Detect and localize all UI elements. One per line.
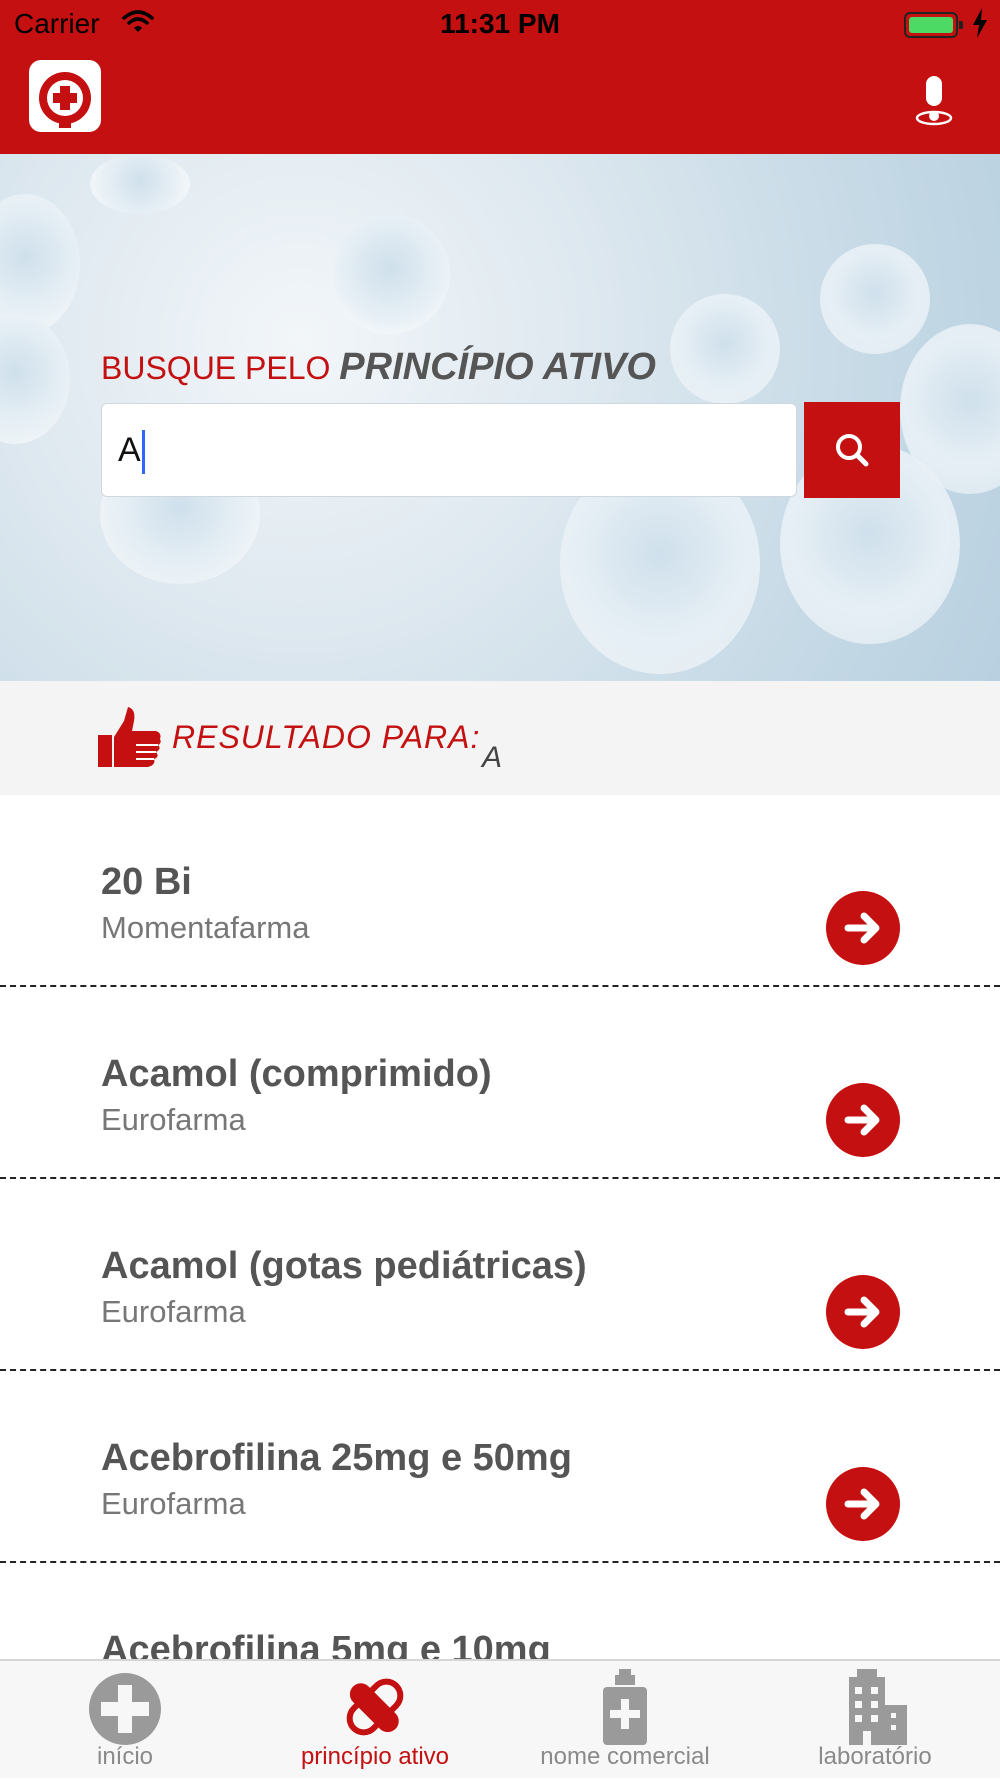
tab-nome-comercial[interactable]: nome comercial: [500, 1661, 750, 1780]
tab-label: nome comercial: [540, 1743, 710, 1770]
status-bar: Carrier 11:31 PM: [0, 0, 1000, 50]
cell-decoration: [670, 294, 780, 404]
pills-icon: [335, 1669, 415, 1745]
item-lab: Eurofarma: [101, 1102, 246, 1137]
list-item[interactable]: Acamol (comprimido) Eurofarma: [0, 987, 1000, 1179]
building-icon: [835, 1669, 915, 1745]
medicine-bottle-icon: [585, 1669, 665, 1745]
cell-decoration: [330, 214, 450, 334]
cell-decoration: [0, 194, 80, 334]
tab-bar: início princípio ativo nome comercial la…: [0, 1659, 1000, 1778]
list-item[interactable]: Acamol (gotas pediátricas) Eurofarma: [0, 1179, 1000, 1371]
cell-decoration: [820, 244, 930, 354]
result-query: A: [482, 741, 503, 774]
tab-label: início: [96, 1743, 154, 1770]
exclamation-alert-icon[interactable]: [912, 70, 956, 130]
list-item[interactable]: 20 Bi Momentafarma: [0, 795, 1000, 987]
arrow-right-icon[interactable]: [826, 1467, 900, 1541]
results-list: 20 Bi Momentafarma Acamol (comprimido) E…: [0, 795, 1000, 1659]
tab-inicio[interactable]: início: [0, 1661, 250, 1780]
plus-cross-icon: [85, 1669, 165, 1745]
search-hero: BUSQUE PELO PRINCÍPIO ATIVO A: [0, 154, 1000, 681]
item-name: Acebrofilina 25mg e 50mg: [101, 1437, 572, 1479]
search-title-prefix: BUSQUE PELO: [101, 350, 331, 386]
app-header: [0, 50, 1000, 154]
search-title-emphasis: PRINCÍPIO ATIVO: [339, 346, 656, 388]
search-input[interactable]: A: [101, 403, 797, 497]
result-label: RESULTADO PARA:: [172, 719, 481, 755]
item-name: Acamol (comprimido): [101, 1053, 492, 1095]
search-icon: [836, 434, 869, 467]
list-item[interactable]: Acebrofilina 5mg e 10mg: [0, 1563, 1000, 1659]
clock: 11:31 PM: [440, 8, 560, 39]
arrow-right-icon[interactable]: [826, 1083, 900, 1157]
tab-label: laboratório: [818, 1743, 932, 1770]
item-lab: Momentafarma: [101, 910, 310, 945]
search-button[interactable]: [804, 402, 900, 498]
tab-principio-ativo[interactable]: princípio ativo: [250, 1661, 500, 1780]
tab-label: princípio ativo: [300, 1743, 450, 1770]
item-name: Acebrofilina 5mg e 10mg: [101, 1629, 551, 1659]
battery-icon: [904, 12, 963, 38]
item-name: 20 Bi: [101, 861, 192, 903]
search-input-value: A: [118, 431, 141, 469]
text-caret: [141, 430, 145, 475]
search-title: BUSQUE PELO PRINCÍPIO ATIVO: [101, 346, 656, 389]
medical-cross-logo-icon[interactable]: [29, 60, 101, 132]
arrow-right-icon[interactable]: [826, 891, 900, 965]
item-name: Acamol (gotas pediátricas): [101, 1245, 587, 1287]
result-header: RESULTADO PARA: A: [0, 681, 1000, 795]
charging-bolt-icon: [972, 8, 988, 43]
thumbs-up-icon: [98, 707, 162, 774]
item-lab: Eurofarma: [101, 1294, 246, 1329]
item-lab: Eurofarma: [101, 1486, 246, 1521]
tab-laboratorio[interactable]: laboratório: [750, 1661, 1000, 1780]
list-item[interactable]: Acebrofilina 25mg e 50mg Eurofarma: [0, 1371, 1000, 1563]
cell-decoration: [90, 154, 190, 214]
arrow-right-icon[interactable]: [826, 1275, 900, 1349]
cell-decoration: [0, 314, 70, 444]
